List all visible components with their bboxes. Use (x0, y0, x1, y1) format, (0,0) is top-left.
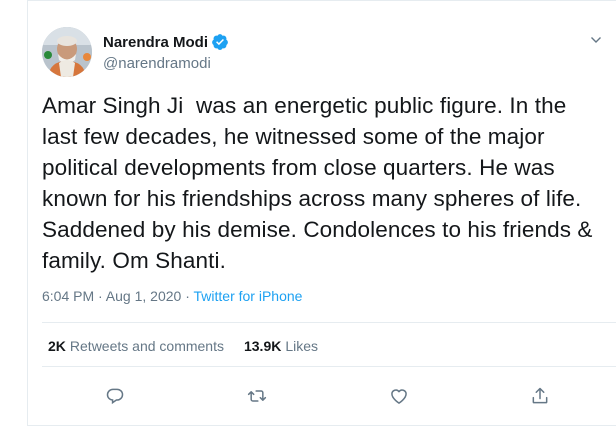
heart-icon (391, 389, 407, 404)
avatar[interactable] (42, 27, 92, 77)
retweets-label: Retweets and comments (69, 338, 224, 354)
tweet-actions (28, 382, 616, 410)
author-block[interactable]: Narendra Modi @narendramodi (103, 32, 229, 72)
tweet-source-link[interactable]: Twitter for iPhone (194, 288, 303, 304)
retweet-button[interactable] (243, 382, 271, 410)
chevron-down-icon[interactable] (590, 34, 602, 46)
share-button[interactable] (526, 382, 554, 410)
divider (42, 322, 616, 323)
retweet-icon (247, 390, 267, 402)
tweet-timestamp[interactable]: 6:04 PM · Aug 1, 2020 · (42, 288, 194, 304)
reply-button[interactable] (101, 382, 129, 410)
like-button[interactable] (385, 382, 413, 410)
author-handle[interactable]: @narendramodi (103, 55, 229, 72)
divider (42, 366, 616, 367)
reply-icon (106, 388, 124, 405)
verified-badge-icon (212, 34, 228, 50)
avatar-image (42, 27, 92, 77)
retweets-count: 2K (48, 338, 66, 354)
top-divider (28, 0, 616, 1)
tweet-text: Amar Singh Ji was an energetic public fi… (42, 93, 599, 273)
tweet-stats: 2K Retweets and comments 13.9K Likes (48, 338, 338, 354)
tweet-card: Narendra Modi @narendramodi Amar Singh J… (27, 0, 616, 426)
likes-label: Likes (285, 338, 319, 354)
author-name[interactable]: Narendra Modi (103, 34, 208, 51)
retweets-stat[interactable]: 2K Retweets and comments (48, 338, 224, 354)
share-icon (532, 387, 548, 404)
likes-count: 13.9K (243, 338, 282, 354)
tweet-meta: 6:04 PM · Aug 1, 2020 · Twitter for iPho… (42, 288, 302, 304)
likes-stat[interactable]: 13.9K Likes (244, 338, 318, 354)
